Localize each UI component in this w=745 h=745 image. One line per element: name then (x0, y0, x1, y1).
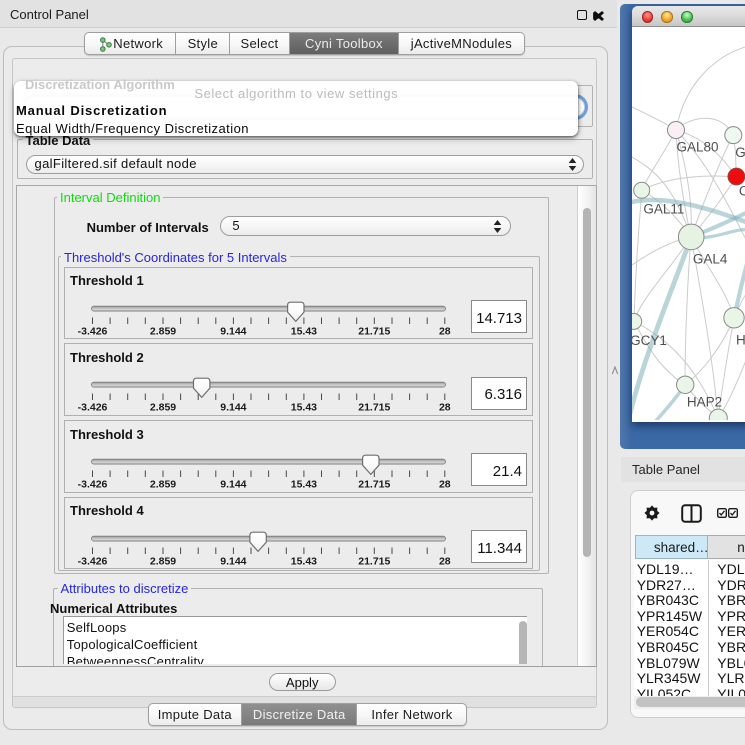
svg-text:C: C (738, 183, 745, 198)
svg-text:H: H (736, 332, 745, 347)
svg-text:HAP2: HAP2 (686, 394, 721, 409)
svg-text:28: 28 (438, 555, 450, 567)
svg-text:21.715: 21.715 (358, 402, 390, 414)
svg-text:21.715: 21.715 (358, 555, 390, 567)
svg-text:GAL80: GAL80 (676, 139, 718, 154)
svg-text:15.43: 15.43 (290, 325, 316, 337)
svg-text:28: 28 (438, 325, 450, 337)
svg-text:28: 28 (438, 402, 450, 414)
svg-text:-3.426: -3.426 (77, 555, 107, 567)
svg-text:9.144: 9.144 (220, 555, 246, 567)
svg-text:2.859: 2.859 (149, 325, 175, 337)
svg-text:GAL: GAL (735, 145, 745, 160)
svg-text:-3.426: -3.426 (77, 402, 107, 414)
svg-text:21.715: 21.715 (358, 479, 390, 491)
svg-text:-3.426: -3.426 (77, 479, 107, 491)
svg-text:2.859: 2.859 (149, 479, 175, 491)
svg-text:21.715: 21.715 (358, 325, 390, 337)
svg-text:GAL11: GAL11 (643, 201, 684, 216)
svg-text:-3.426: -3.426 (77, 325, 107, 337)
svg-text:2.859: 2.859 (149, 402, 175, 414)
svg-text:9.144: 9.144 (220, 402, 246, 414)
svg-text:2.859: 2.859 (149, 555, 175, 567)
svg-text:GCY1: GCY1 (632, 332, 667, 347)
svg-text:15.43: 15.43 (290, 479, 316, 491)
svg-text:9.144: 9.144 (220, 325, 246, 337)
svg-text:15.43: 15.43 (290, 555, 316, 567)
svg-text:GAL4: GAL4 (692, 251, 727, 266)
svg-text:15.43: 15.43 (290, 402, 316, 414)
svg-text:9.144: 9.144 (220, 479, 246, 491)
svg-text:28: 28 (438, 479, 450, 491)
